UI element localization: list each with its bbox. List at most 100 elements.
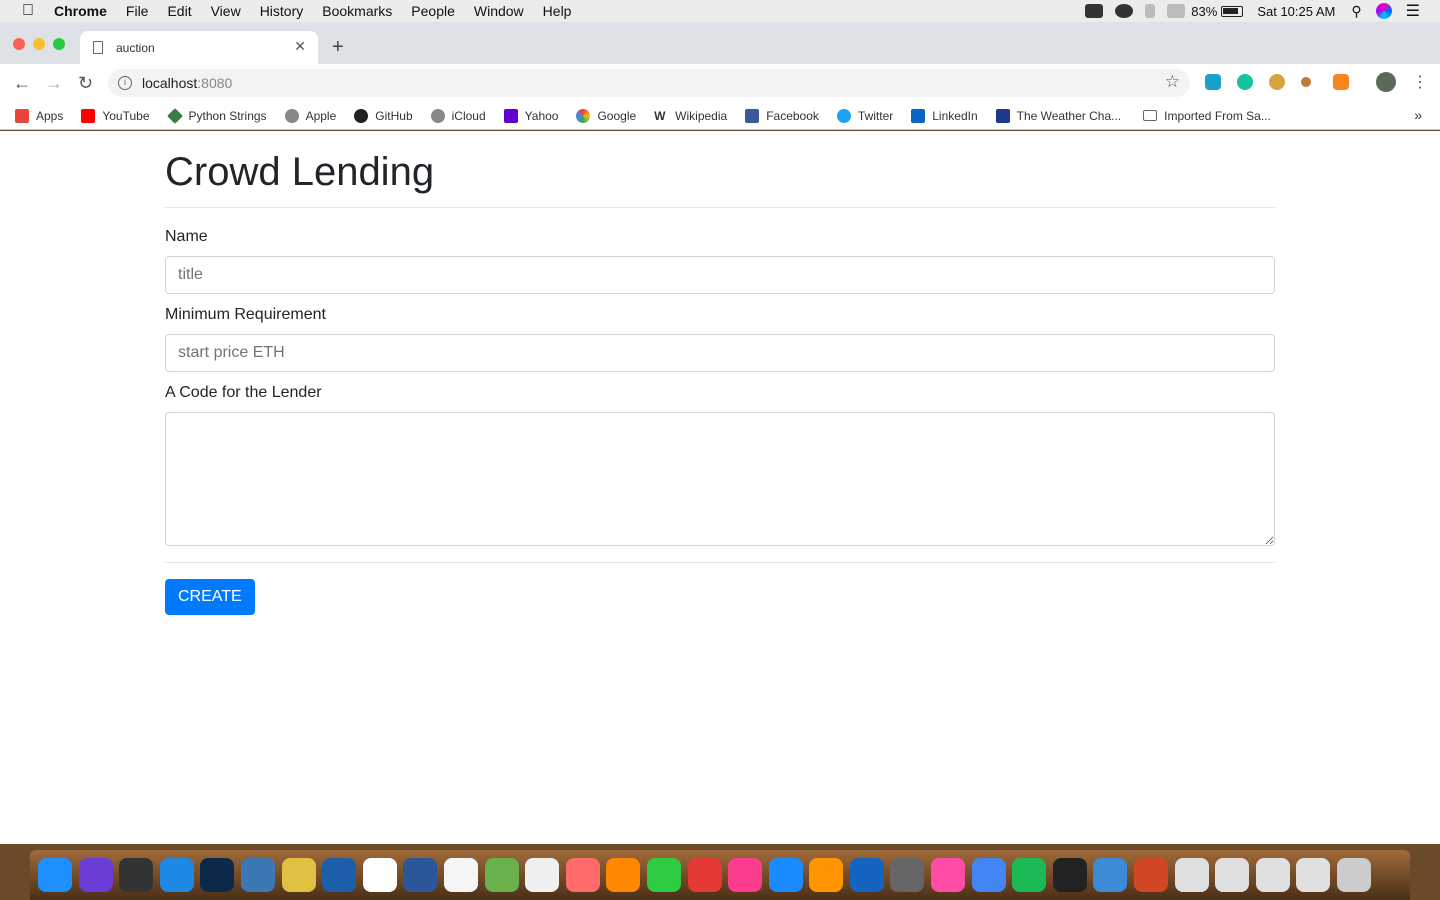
- title-divider: [165, 207, 1275, 208]
- tab-close-icon[interactable]: ✕: [294, 38, 306, 55]
- dock-app-icon[interactable]: [1296, 858, 1331, 892]
- creative-cloud-icon[interactable]: [1115, 4, 1134, 18]
- dock-app-icon[interactable]: [200, 858, 235, 892]
- dock-app-icon[interactable]: [484, 858, 519, 892]
- bookmark-wikipedia[interactable]: W Wikipedia: [654, 109, 727, 123]
- dock-app-icon[interactable]: [1134, 858, 1169, 892]
- lender-code-label: A Code for the Lender: [165, 384, 322, 401]
- dock-app-icon[interactable]: [1093, 858, 1128, 892]
- minimum-requirement-input[interactable]: [165, 334, 1275, 372]
- dock-app-icon[interactable]: [159, 858, 194, 892]
- bookmark-linkedin[interactable]: LinkedIn: [911, 108, 978, 123]
- extension-misc-icon[interactable]: [1301, 77, 1311, 87]
- dock-app-icon[interactable]: [687, 858, 722, 892]
- dock-app-icon[interactable]: [1215, 858, 1250, 892]
- dock-app-icon[interactable]: [890, 858, 925, 892]
- page-title: Crowd Lending: [165, 150, 435, 194]
- bookmark-github[interactable]: GitHub: [354, 108, 413, 123]
- dock-app-icon[interactable]: [971, 858, 1006, 892]
- dock-app-icon[interactable]: [362, 858, 397, 892]
- bookmark-python-strings[interactable]: Python Strings: [166, 107, 267, 124]
- extension-grammarly-icon[interactable]: [1237, 74, 1253, 90]
- menu-bookmarks[interactable]: Bookmarks: [322, 3, 392, 19]
- tab-auction[interactable]: auction ✕: [80, 31, 318, 64]
- bookmark-star-icon[interactable]: ☆: [1165, 72, 1180, 92]
- menu-people[interactable]: People: [411, 3, 455, 19]
- dock-app-icon[interactable]: [119, 858, 154, 892]
- bookmark-yahoo[interactable]: Yahoo: [503, 108, 558, 123]
- notification-center-icon[interactable]: ☰: [1406, 1, 1420, 21]
- facebook-icon: [745, 108, 760, 123]
- dock-app-icon[interactable]: [1174, 858, 1209, 892]
- dock-app-icon[interactable]: [403, 858, 438, 892]
- menu-app-chrome[interactable]: Chrome: [54, 3, 107, 19]
- site-info-icon[interactable]: i: [118, 76, 132, 90]
- macos-menu-bar:  Chrome File Edit View History Bookmark…: [0, 0, 1440, 22]
- profile-avatar[interactable]: [1376, 72, 1396, 92]
- screen-share-icon[interactable]: [1085, 4, 1104, 18]
- dock-app-icon[interactable]: [606, 858, 641, 892]
- bookmark-facebook[interactable]: Facebook: [745, 108, 819, 123]
- dock-app-icon[interactable]: [322, 858, 357, 892]
- apple-icon: [284, 108, 299, 123]
- extension-cookie-icon[interactable]: [1269, 74, 1285, 90]
- window-close-button[interactable]: [13, 38, 25, 50]
- menu-history[interactable]: History: [260, 3, 304, 19]
- address-bar[interactable]: i localhost:8080 ☆: [108, 69, 1190, 97]
- dock-app-icon[interactable]: [768, 858, 803, 892]
- dock-app-icon[interactable]: [728, 858, 763, 892]
- apple-menu-icon[interactable]: : [17, 2, 39, 20]
- bookmark-twitter[interactable]: Twitter: [836, 108, 893, 123]
- back-button[interactable]: ←: [13, 73, 31, 94]
- menu-file[interactable]: File: [126, 3, 149, 19]
- name-input[interactable]: [165, 256, 1275, 294]
- bookmark-apple[interactable]: Apple: [284, 108, 336, 123]
- create-button[interactable]: CREATE: [165, 579, 255, 615]
- dock-app-icon[interactable]: [1337, 858, 1371, 892]
- dock-app-icon[interactable]: [38, 858, 72, 892]
- battery-icon[interactable]: [1221, 5, 1244, 17]
- menu-view[interactable]: View: [211, 3, 241, 19]
- dock-app-icon[interactable]: [240, 858, 275, 892]
- menu-help[interactable]: Help: [543, 3, 572, 19]
- dock-app-icon[interactable]: [78, 858, 113, 892]
- new-tab-button[interactable]: +: [332, 36, 344, 59]
- extension-metamask-icon[interactable]: [1333, 74, 1349, 90]
- wikipedia-icon: W: [654, 108, 666, 123]
- forward-button[interactable]: →: [45, 73, 63, 94]
- dock-app-icon[interactable]: [1012, 858, 1047, 892]
- wifi-icon[interactable]: [1167, 4, 1186, 18]
- dock-app-icon[interactable]: [281, 858, 316, 892]
- dock-app-icon[interactable]: [443, 858, 478, 892]
- window-minimize-button[interactable]: [33, 38, 45, 50]
- reload-button[interactable]: ↻: [78, 73, 93, 94]
- bookmark-google[interactable]: Google: [576, 108, 636, 123]
- chrome-menu-icon[interactable]: ⋮: [1412, 72, 1428, 92]
- dock-app-icon[interactable]: [849, 858, 884, 892]
- extension-translate-icon[interactable]: [1205, 74, 1221, 90]
- bookmark-weather-channel[interactable]: The Weather Cha...: [995, 108, 1121, 123]
- spotlight-search-icon[interactable]: ⚲: [1351, 3, 1361, 20]
- bookmark-folder-imported[interactable]: Imported From Sa...: [1143, 109, 1271, 123]
- dock-app-icon[interactable]: [646, 858, 681, 892]
- dock-app-icon[interactable]: [1255, 858, 1290, 892]
- bookmarks-overflow-chevron-icon[interactable]: »: [1414, 107, 1422, 123]
- yahoo-icon: [503, 108, 518, 123]
- menu-edit[interactable]: Edit: [167, 3, 191, 19]
- lender-code-textarea[interactable]: [165, 412, 1275, 546]
- menu-clock[interactable]: Sat 10:25 AM: [1257, 4, 1335, 19]
- dock-app-icon[interactable]: [809, 858, 844, 892]
- window-zoom-button[interactable]: [53, 38, 65, 50]
- dock-app-icon[interactable]: [565, 858, 600, 892]
- web-page: Crowd Lending Name Minimum Requirement A…: [0, 131, 1440, 844]
- siri-icon[interactable]: [1375, 3, 1392, 19]
- bookmark-youtube[interactable]: YouTube: [81, 108, 150, 123]
- dock-app-icon[interactable]: [931, 858, 966, 892]
- bluetooth-icon[interactable]: [1145, 4, 1156, 18]
- dock-app-icon[interactable]: [525, 858, 560, 892]
- apps-grid-icon: [15, 108, 29, 123]
- bookmark-icloud[interactable]: iCloud: [430, 108, 486, 123]
- menu-window[interactable]: Window: [474, 3, 524, 19]
- bookmark-apps[interactable]: Apps: [15, 108, 63, 123]
- dock-app-icon[interactable]: [1052, 858, 1087, 892]
